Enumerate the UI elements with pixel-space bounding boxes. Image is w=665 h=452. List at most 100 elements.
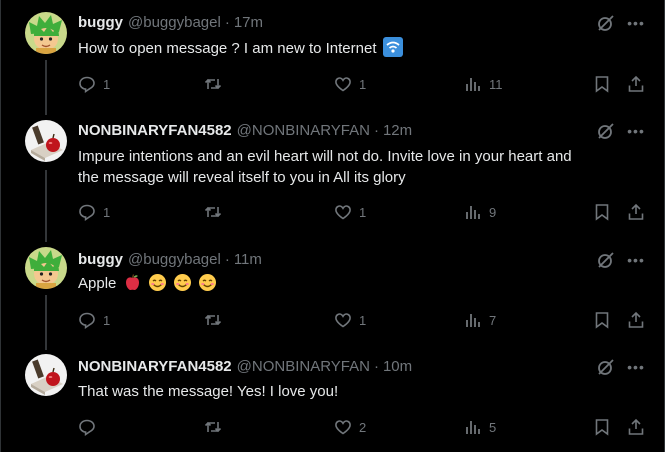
views-icon <box>466 206 480 219</box>
avatar[interactable] <box>25 354 67 396</box>
like-count: 1 <box>359 312 367 328</box>
smiling-face-emoji-icon <box>199 274 217 291</box>
share-button[interactable] <box>627 74 645 94</box>
retweet-button[interactable] <box>204 74 229 94</box>
grok-icon[interactable] <box>597 251 615 269</box>
heart-icon <box>335 77 351 92</box>
more-options-icon[interactable]: ••• <box>627 14 645 32</box>
bookmark-button[interactable] <box>593 202 611 222</box>
views-icon <box>466 314 480 327</box>
wifi-icon <box>382 37 403 57</box>
separator: · <box>224 250 230 268</box>
reply-button[interactable]: 1 <box>78 202 110 222</box>
more-options-icon[interactable]: ••• <box>627 358 645 376</box>
display-name[interactable]: NONBINARYFAN4582 <box>78 122 232 139</box>
avatar[interactable] <box>25 12 67 54</box>
action-bar: 1 1 7 <box>78 310 646 330</box>
bookmark-icon <box>595 76 609 93</box>
share-icon <box>628 418 644 435</box>
timeline: buggy @buggybagel · 17m ••• How to open … <box>0 0 665 452</box>
smiling-face-emoji-icon <box>148 274 166 291</box>
reply-icon <box>79 419 95 436</box>
views-icon <box>466 421 480 434</box>
timestamp[interactable]: 12m <box>383 122 412 139</box>
action-bar: 1 1 9 <box>78 202 646 222</box>
views-button[interactable]: 7 <box>464 310 496 330</box>
retweet-icon <box>204 206 222 218</box>
reply-button[interactable] <box>78 417 103 437</box>
avatar[interactable] <box>25 120 67 162</box>
reply-icon <box>79 76 95 93</box>
tweet-text: Apple <box>78 273 653 294</box>
user-handle[interactable]: @buggybagel <box>128 14 221 31</box>
timestamp[interactable]: 10m <box>383 358 412 375</box>
like-button[interactable]: 1 <box>334 202 366 222</box>
retweet-icon <box>204 421 222 433</box>
more-options-icon[interactable]: ••• <box>627 251 645 269</box>
tweet-header: buggy @buggybagel · 11m <box>78 249 262 269</box>
like-button[interactable]: 1 <box>334 74 366 94</box>
reply-count: 1 <box>103 76 111 92</box>
bookmark-button[interactable] <box>593 74 611 94</box>
bookmark-button[interactable] <box>593 310 611 330</box>
grok-icon[interactable] <box>597 358 615 376</box>
view-count: 11 <box>489 76 503 92</box>
user-handle[interactable]: @NONBINARYFAN <box>237 358 370 375</box>
display-name[interactable]: buggy <box>78 251 123 268</box>
view-count: 5 <box>489 419 497 435</box>
user-handle[interactable]: @buggybagel <box>128 251 221 268</box>
share-button[interactable] <box>627 417 645 437</box>
avatar[interactable] <box>25 247 67 289</box>
bookmark-icon <box>595 419 609 436</box>
tweet-text: That was the message! Yes! I love you! <box>78 383 339 400</box>
timestamp[interactable]: 11m <box>234 251 262 268</box>
tweet-header: NONBINARYFAN4582 @NONBINARYFAN · 12m <box>78 120 412 140</box>
grok-icon[interactable] <box>597 122 615 140</box>
tweet[interactable]: buggy @buggybagel · 11m ••• Apple 1 1 7 <box>1 235 665 345</box>
bookmark-icon <box>595 312 609 329</box>
heart-icon <box>335 205 351 220</box>
views-button[interactable]: 5 <box>464 417 496 437</box>
tweet-text: How to open message ? I am new to Intern… <box>78 37 653 59</box>
retweet-button[interactable] <box>204 417 229 437</box>
heart-icon <box>335 313 351 328</box>
share-icon <box>628 311 644 328</box>
apple-on-book-avatar <box>25 120 67 162</box>
smiling-face-emoji-icon <box>173 274 191 291</box>
retweet-icon <box>204 314 222 326</box>
display-name[interactable]: NONBINARYFAN4582 <box>78 358 232 375</box>
separator: · <box>373 121 379 139</box>
tweet[interactable]: buggy @buggybagel · 17m ••• How to open … <box>1 0 665 110</box>
like-count: 1 <box>359 204 367 220</box>
separator: · <box>224 13 230 31</box>
user-handle[interactable]: @NONBINARYFAN <box>237 122 370 139</box>
display-name[interactable]: buggy <box>78 14 123 31</box>
apple-on-book-avatar <box>25 354 67 396</box>
tweet[interactable]: NONBINARYFAN4582 @NONBINARYFAN · 10m •••… <box>1 345 665 452</box>
view-count: 7 <box>489 312 497 328</box>
like-button[interactable]: 1 <box>334 310 366 330</box>
views-button[interactable]: 9 <box>464 202 496 222</box>
share-button[interactable] <box>627 310 645 330</box>
reply-button[interactable]: 1 <box>78 74 110 94</box>
timestamp[interactable]: 17m <box>234 14 263 31</box>
share-button[interactable] <box>627 202 645 222</box>
retweet-icon <box>204 78 222 90</box>
share-icon <box>628 75 644 92</box>
like-button[interactable]: 2 <box>334 417 366 437</box>
more-options-icon[interactable]: ••• <box>627 122 645 140</box>
action-bar: 2 5 <box>78 417 646 437</box>
tweet[interactable]: NONBINARYFAN4582 @NONBINARYFAN · 12m •••… <box>1 110 665 235</box>
grok-icon[interactable] <box>597 14 615 32</box>
like-count: 1 <box>359 76 367 92</box>
retweet-button[interactable] <box>204 202 229 222</box>
apple-emoji-icon <box>125 274 139 291</box>
bookmark-button[interactable] <box>593 417 611 437</box>
action-bar: 1 1 11 <box>78 74 646 94</box>
reply-icon <box>79 312 95 329</box>
green-haired-cartoon-avatar <box>25 247 67 289</box>
retweet-button[interactable] <box>204 310 229 330</box>
reply-button[interactable]: 1 <box>78 310 110 330</box>
tweet-header: buggy @buggybagel · 17m <box>78 12 263 32</box>
views-button[interactable]: 11 <box>464 74 503 94</box>
